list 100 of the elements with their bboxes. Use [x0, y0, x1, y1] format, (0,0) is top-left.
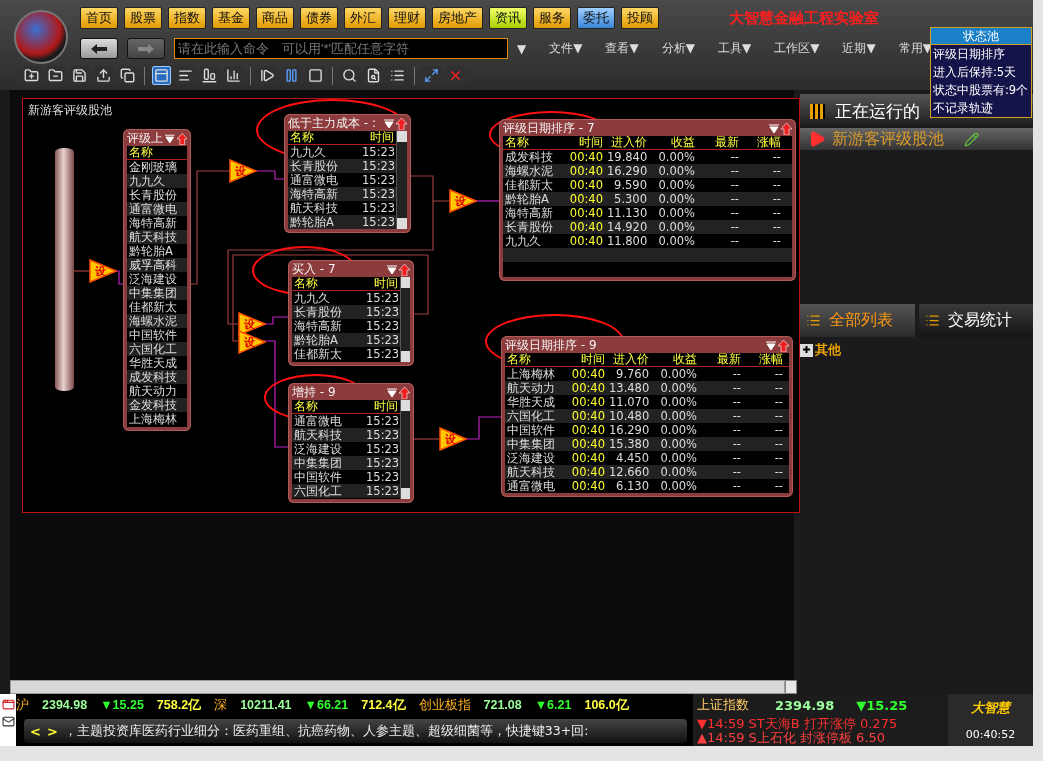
nav-button[interactable]: 债券: [300, 7, 338, 29]
panel-icon[interactable]: [152, 66, 171, 85]
table-cell-text: 0.00%: [657, 234, 696, 248]
table-cell-text: 13.480: [608, 381, 651, 395]
scrollbar[interactable]: [400, 277, 410, 362]
table-cell-text: 通富微电: [289, 172, 339, 188]
filter-icon[interactable]: [766, 340, 776, 351]
table-cell-text: 金发科技: [128, 397, 178, 413]
tab[interactable]: 交易统计: [918, 304, 1033, 337]
align-bottom-icon[interactable]: [200, 66, 219, 85]
table-cell-text: 15.380: [608, 437, 651, 451]
back-button[interactable]: [80, 38, 118, 59]
nav-button[interactable]: 房地产: [432, 7, 483, 29]
filter-icon[interactable]: [769, 123, 779, 134]
table-cell-text: 0.00%: [657, 178, 696, 192]
table-cell-text: 15:23: [365, 442, 400, 456]
filter-icon[interactable]: [387, 387, 397, 398]
table-cell-text: --: [771, 178, 782, 192]
column-header: 最新: [714, 135, 740, 150]
panel-title: 低于主力成本 - :: [288, 115, 377, 131]
table-cell-text: 0.00%: [659, 395, 698, 409]
table-cell-text: 黔轮胎A: [504, 191, 550, 207]
table-cell-text: 航天动力: [128, 383, 178, 399]
menu-item[interactable]: 文件▼: [549, 40, 583, 57]
strategy-item[interactable]: 新游客评级股池: [800, 128, 1033, 150]
nav-button[interactable]: 商品: [256, 7, 294, 29]
menu-item[interactable]: 工具▼: [717, 40, 752, 57]
bar-chart-icon[interactable]: [224, 66, 243, 85]
table-cell-text: --: [729, 220, 740, 234]
next-button[interactable]: >: [46, 723, 58, 739]
table-cell-text: 0.00%: [657, 220, 696, 234]
menu-item[interactable]: 分析▼: [661, 40, 695, 57]
app-title: 大智慧金融工程实验室: [729, 8, 879, 28]
command-field[interactable]: 请在此输入命令 可以用'*'匹配任意字符: [174, 38, 508, 59]
dropdown-arrow[interactable]: ▼: [517, 41, 527, 56]
copy-icon[interactable]: [118, 66, 137, 85]
up-arrow-icon[interactable]: [399, 386, 410, 399]
file-search-icon[interactable]: [364, 66, 383, 85]
filter-icon[interactable]: [165, 133, 175, 144]
nav-button[interactable]: 委托: [577, 7, 615, 29]
column-header: 涨幅: [758, 352, 784, 367]
nav-button[interactable]: 投顾: [621, 7, 659, 29]
stop-icon[interactable]: [306, 66, 325, 85]
nav-button[interactable]: 资讯: [489, 7, 527, 29]
table-cell-text: 航天动力: [506, 380, 556, 396]
add-folder-icon[interactable]: [22, 66, 41, 85]
filter-icon[interactable]: [387, 264, 397, 275]
table-cell-text: 19.840: [606, 150, 649, 164]
nav-button[interactable]: 理财: [388, 7, 426, 29]
up-arrow-icon[interactable]: [399, 263, 410, 276]
panel-title: 正在运行的: [835, 99, 920, 123]
nav-button[interactable]: 指数: [168, 7, 206, 29]
panel-title: 买入 - 7: [292, 261, 337, 277]
up-arrow-icon[interactable]: [781, 122, 792, 135]
expand-icon[interactable]: [800, 343, 813, 357]
table-cell-text: 泛海建设: [506, 450, 556, 466]
table-cell-text: 佳都新太: [293, 346, 343, 362]
column-header: 名称: [293, 399, 319, 414]
nav-button[interactable]: 外汇: [344, 7, 382, 29]
previous-button[interactable]: <: [30, 723, 41, 739]
up-arrow-icon[interactable]: [396, 117, 407, 130]
menu-item[interactable]: 近期▼: [842, 40, 876, 57]
menu-item[interactable]: 查看▼: [605, 40, 639, 57]
nav-button[interactable]: 股票: [124, 7, 162, 29]
connector-line: [73, 270, 90, 272]
scroll-right-button[interactable]: [785, 680, 797, 694]
mail-icon[interactable]: [1, 715, 15, 728]
filter-icon[interactable]: [384, 118, 394, 129]
up-arrow-icon[interactable]: [778, 339, 789, 352]
table-cell-text: 15:23: [361, 145, 396, 159]
save-icon[interactable]: [70, 66, 89, 85]
table-cell-text: 9.590: [613, 178, 648, 192]
table-cell-text: 00:40: [570, 395, 606, 409]
table-cell-text: 15:23: [365, 333, 400, 347]
table-cell-text: 11.800: [606, 234, 649, 248]
panel-title: 增持 - 9: [292, 384, 337, 400]
forward-button[interactable]: [127, 38, 165, 59]
tab[interactable]: 全部列表: [800, 304, 915, 337]
menu-item[interactable]: 工作区▼: [774, 40, 820, 57]
remove-folder-icon[interactable]: [46, 66, 65, 85]
panel-title: 评级日期排序 - 9: [505, 337, 598, 353]
scrollbar[interactable]: [400, 400, 410, 499]
nav-button[interactable]: 首页: [80, 7, 118, 29]
table-cell-text: 上海梅林: [506, 366, 556, 382]
panel-title: 评级上: [127, 130, 163, 146]
table-cell-text: --: [771, 234, 782, 248]
table-cell-text: 中国软件: [293, 469, 343, 485]
horizontal-scrollbar[interactable]: [10, 680, 785, 694]
table-cell-text: 金刚玻璃: [128, 159, 178, 175]
up-arrow-icon[interactable]: [176, 132, 187, 145]
window-icon[interactable]: [1, 698, 15, 711]
nav-button[interactable]: 基金: [212, 7, 250, 29]
scrollbar[interactable]: [396, 131, 407, 229]
tree-item[interactable]: 其他: [815, 341, 841, 359]
pencil-icon[interactable]: [964, 131, 979, 147]
table-cell-text: 0.00%: [659, 367, 698, 381]
table-cell-text: 00:40: [570, 465, 606, 479]
table-cell-text: --: [773, 479, 784, 493]
nav-button[interactable]: 服务: [533, 7, 571, 29]
quote-text: 创业板指: [418, 696, 471, 714]
